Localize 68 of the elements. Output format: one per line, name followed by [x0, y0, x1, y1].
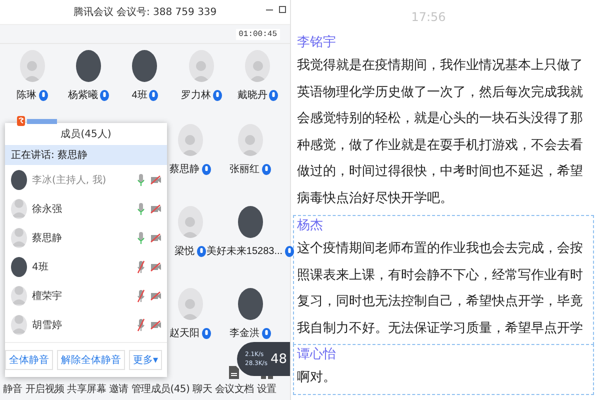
panel-title: 成员(45人) [60, 128, 112, 141]
participant-name: 张丽红 [230, 162, 260, 176]
participant-name: 罗力林 [180, 88, 211, 102]
window-title: 腾讯会议 会议号: 388 759 339 [73, 6, 217, 19]
microphone-icon [202, 164, 210, 174]
camera-off-icon[interactable] [150, 232, 161, 242]
member-name: 蔡思静 [32, 232, 63, 244]
muted-microphone-icon[interactable] [137, 318, 145, 332]
microphone-icon[interactable] [137, 202, 145, 216]
microphone-icon [212, 90, 222, 100]
camera-off-icon[interactable] [150, 204, 161, 214]
microphone-icon [38, 90, 48, 100]
member-name: 4班 [32, 260, 50, 274]
microphone-icon [149, 90, 158, 100]
microphone-icon [262, 164, 270, 174]
speaking-banner: 正在讲话: 蔡思静 [5, 145, 167, 165]
chat-timestamp: 17:56 [411, 10, 446, 24]
camera-off-icon[interactable] [150, 290, 161, 300]
participant-name: 赵天阳 [170, 326, 200, 340]
muted-microphone-icon[interactable] [137, 288, 145, 302]
participant-name: 美好未来15283... [206, 244, 283, 258]
participant-name: 杨紫曦 [68, 88, 98, 102]
sender-name: 李铭宇 [297, 34, 337, 52]
meeting-timer: 01:00:45 [236, 28, 280, 40]
toolbar-button[interactable]: 邀请 [109, 382, 128, 396]
microphone-icon[interactable] [137, 172, 145, 186]
participant-name: 李金洪 [230, 326, 260, 340]
microphone-icon [202, 328, 210, 338]
toolbar-button[interactable]: 设置 [256, 382, 276, 396]
toolbar-button[interactable]: 共享屏幕 [67, 382, 106, 396]
participant-name: 陈琳 [16, 88, 37, 102]
microphone-icon [269, 90, 278, 100]
panel-button[interactable]: 更多▾ [128, 350, 162, 370]
panel-button[interactable]: 全体静音 [4, 350, 53, 370]
toolbar-button[interactable]: 会议文档 [214, 382, 254, 396]
toolbar-button[interactable]: 聊天 [192, 382, 212, 396]
message-text: 这个疫情期间老师布置的作业我也会去完成，会按照课表来上课，有时会静不下心，经常写作业有时复习，同时也无法控制自己，希望快点开学，毕竟我自制力不好。无法保证学习质量，希望早点开学 [297, 240, 584, 338]
message-text: 我觉得就是在疫情期间，我作业情况基本上只做了英语物理化学历史做了一次了，然后每次完成我就会感觉特别的轻松，就是心头的一块石头没得了那种感觉，做了作业就是在耍手机打游戏，不会去看做过的，时间过得很快，中考时间也不延迟，希望病毒快点治好尽快开学吧。 [297, 57, 584, 208]
member-name: 胡雪婷 [32, 318, 63, 332]
sender-name: 谭心怡 [297, 346, 337, 364]
microphone-icon [196, 246, 206, 256]
chat-message[interactable]: 谭心怡 啊对。 [293, 344, 594, 394]
camera-off-icon[interactable] [150, 320, 161, 330]
participant-name: 4班 [132, 88, 148, 102]
microphone-icon [262, 328, 270, 338]
sender-name: 杨杰 [297, 217, 324, 235]
toolbar-button[interactable]: 静音 [3, 382, 22, 396]
panel-button[interactable]: 解除全体静音 [56, 350, 125, 370]
toolbar-button[interactable]: 开启视频 [25, 382, 64, 396]
document-icon [229, 366, 240, 379]
toolbar-button[interactable]: 管理成员(45) [131, 382, 190, 396]
network-reading: 48 [270, 352, 287, 366]
member-name: 李冰(主持人, 我) [32, 174, 108, 186]
muted-microphone-icon[interactable] [137, 260, 145, 274]
member-name: 徐永强 [32, 202, 63, 216]
chat-message[interactable]: 李铭宇 我觉得就是在疫情期间，我作业情况基本上只做了英语物理化学历史做了一次了，然后每次完成我就会感觉特别的轻松，就是心头的一块石头没得了那种感觉，做了作业就是在耍手机打游戏，不会去看做过的，时间过得很快，中考时间也不延迟，希望病毒快点治好尽快开学吧。 [293, 32, 594, 215]
chat-message[interactable]: 杨杰 这个疫情期间老师布置的作业我也会去完成，会按照课表来上课，有时会静不下心，经常写作业有时复习，同时也无法控制自己，希望快点开学，毕竟我自制力不好。无法保证学习质量，希望早点开学 [293, 215, 594, 345]
participant-name: 蔡思静 [170, 162, 200, 176]
microphone-icon [100, 90, 110, 100]
participant-name: 梁悦 [174, 244, 194, 258]
member-name: 檀荣宇 [32, 290, 63, 302]
maximize-icon[interactable] [279, 6, 286, 13]
input-method-toolbar-icon[interactable] [17, 116, 59, 126]
camera-off-icon[interactable] [150, 262, 161, 272]
microphone-icon[interactable] [137, 230, 145, 244]
camera-off-icon[interactable] [150, 174, 161, 184]
message-text: 啊对。 [297, 369, 337, 387]
participant-name: 戴晓丹 [237, 88, 268, 102]
